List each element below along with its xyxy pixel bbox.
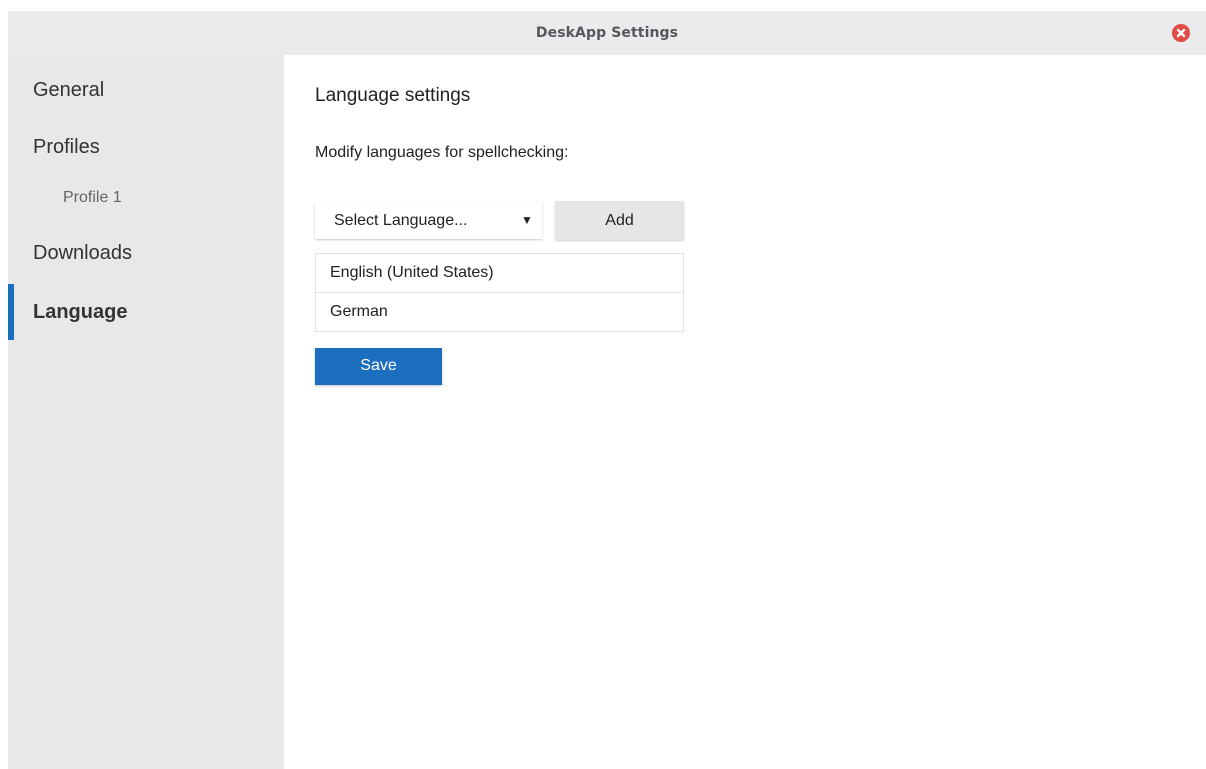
- title-bar: DeskApp Settings: [8, 11, 1206, 55]
- page-title: Language settings: [315, 85, 471, 106]
- settings-window: DeskApp Settings General Profiles Profil…: [8, 11, 1206, 769]
- sidebar-item-label: Downloads: [33, 242, 132, 264]
- sidebar-item-label: Language: [33, 301, 128, 323]
- sidebar-item-label: Profiles: [33, 136, 100, 158]
- sidebar-item-label: General: [33, 79, 105, 101]
- sidebar-item-profiles[interactable]: Profiles: [8, 125, 284, 169]
- list-item[interactable]: English (United States): [316, 254, 683, 292]
- sidebar-item-downloads[interactable]: Downloads: [8, 231, 284, 275]
- sidebar-item-general[interactable]: General: [8, 69, 284, 113]
- language-select[interactable]: Select Language... ▼: [315, 202, 542, 239]
- select-value: Select Language...: [334, 212, 468, 229]
- triangle-down-icon: ▼: [521, 213, 533, 227]
- window-title: DeskApp Settings: [535, 25, 679, 41]
- active-indicator: [8, 284, 14, 340]
- sidebar-item-language[interactable]: Language: [8, 284, 284, 340]
- close-icon: [1176, 28, 1186, 38]
- sidebar-item-label: Profile 1: [63, 189, 122, 206]
- list-item[interactable]: German: [316, 292, 683, 331]
- sidebar: General Profiles Profile 1 Downloads Lan…: [8, 55, 284, 769]
- add-button[interactable]: Add: [555, 201, 684, 240]
- sidebar-item-profile-1[interactable]: Profile 1: [8, 179, 284, 219]
- save-button[interactable]: Save: [315, 348, 442, 385]
- main-content: Language settings Modify languages for s…: [284, 55, 1206, 769]
- language-list: English (United States) German: [315, 253, 684, 332]
- section-description: Modify languages for spellchecking:: [315, 144, 569, 161]
- close-button[interactable]: [1172, 24, 1190, 42]
